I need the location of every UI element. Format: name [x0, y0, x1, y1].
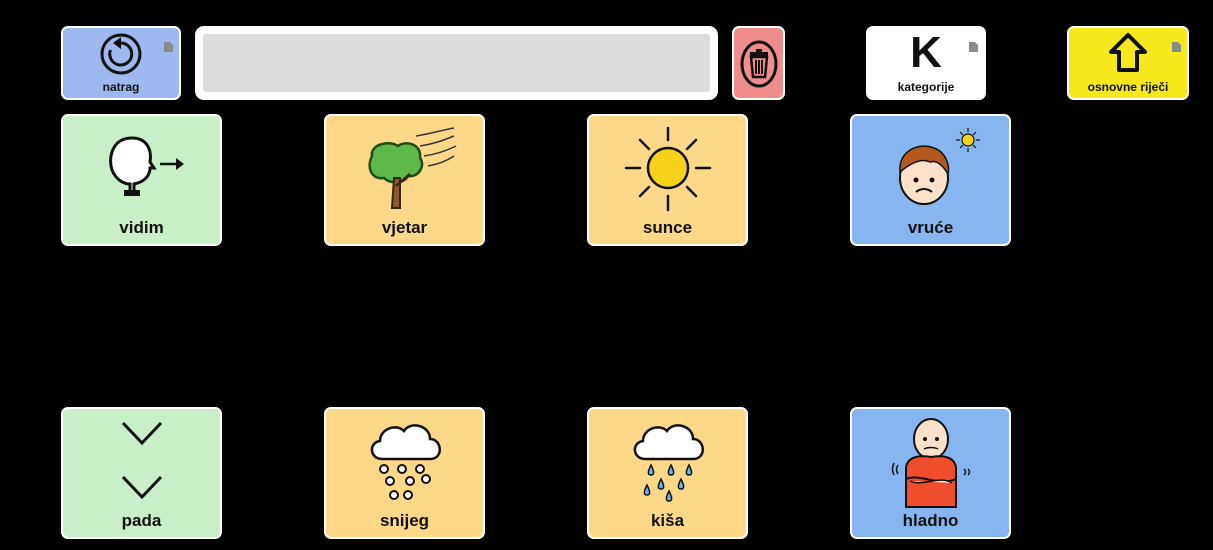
categories-k-icon: K [910, 28, 942, 77]
tile-label: vruće [907, 218, 954, 237]
tile-label: vjetar [381, 218, 428, 237]
home-label: osnovne riječi [1087, 80, 1169, 94]
tile-vidim[interactable]: vidim [61, 114, 222, 246]
rain-cloud-icon [633, 424, 704, 502]
tile-pada[interactable]: pada [61, 407, 222, 539]
sun-icon [624, 126, 711, 212]
falling-arrows-icon [121, 421, 162, 500]
categories-button[interactable]: K kategorije [866, 26, 986, 100]
left-edge-strip [0, 0, 43, 550]
tile-label: vidim [119, 218, 164, 237]
see-icon [108, 136, 184, 196]
house-icon [1109, 33, 1147, 72]
tile-hladno[interactable]: hladno [850, 407, 1011, 539]
tile-snijeg[interactable]: snijeg [324, 407, 485, 539]
tile-label: kiša [650, 511, 685, 530]
wind-tree-icon [367, 127, 456, 209]
tile-kisa[interactable]: kiša [587, 407, 748, 539]
hot-face-icon [898, 128, 980, 205]
snow-cloud-icon [370, 424, 441, 500]
delete-button[interactable] [732, 26, 785, 100]
folder-corner-icon [164, 42, 173, 52]
tile-vruce[interactable]: vruće [850, 114, 1011, 246]
tile-label: snijeg [379, 511, 430, 530]
cold-person-icon [891, 418, 970, 508]
tile-label: sunce [642, 218, 693, 237]
undo-icon [100, 33, 142, 75]
back-button[interactable]: natrag [61, 26, 181, 100]
tile-label: hladno [902, 511, 959, 530]
trash-icon [740, 40, 777, 88]
sentence-bar[interactable] [195, 26, 718, 100]
home-button[interactable]: osnovne riječi [1067, 26, 1189, 100]
categories-label: kategorije [897, 80, 955, 94]
back-label: natrag [102, 80, 140, 94]
tile-sunce[interactable]: sunce [587, 114, 748, 246]
tile-label: pada [121, 511, 162, 530]
sentence-text [203, 34, 710, 92]
folder-corner-icon [1172, 42, 1181, 52]
tile-vjetar[interactable]: vjetar [324, 114, 485, 246]
